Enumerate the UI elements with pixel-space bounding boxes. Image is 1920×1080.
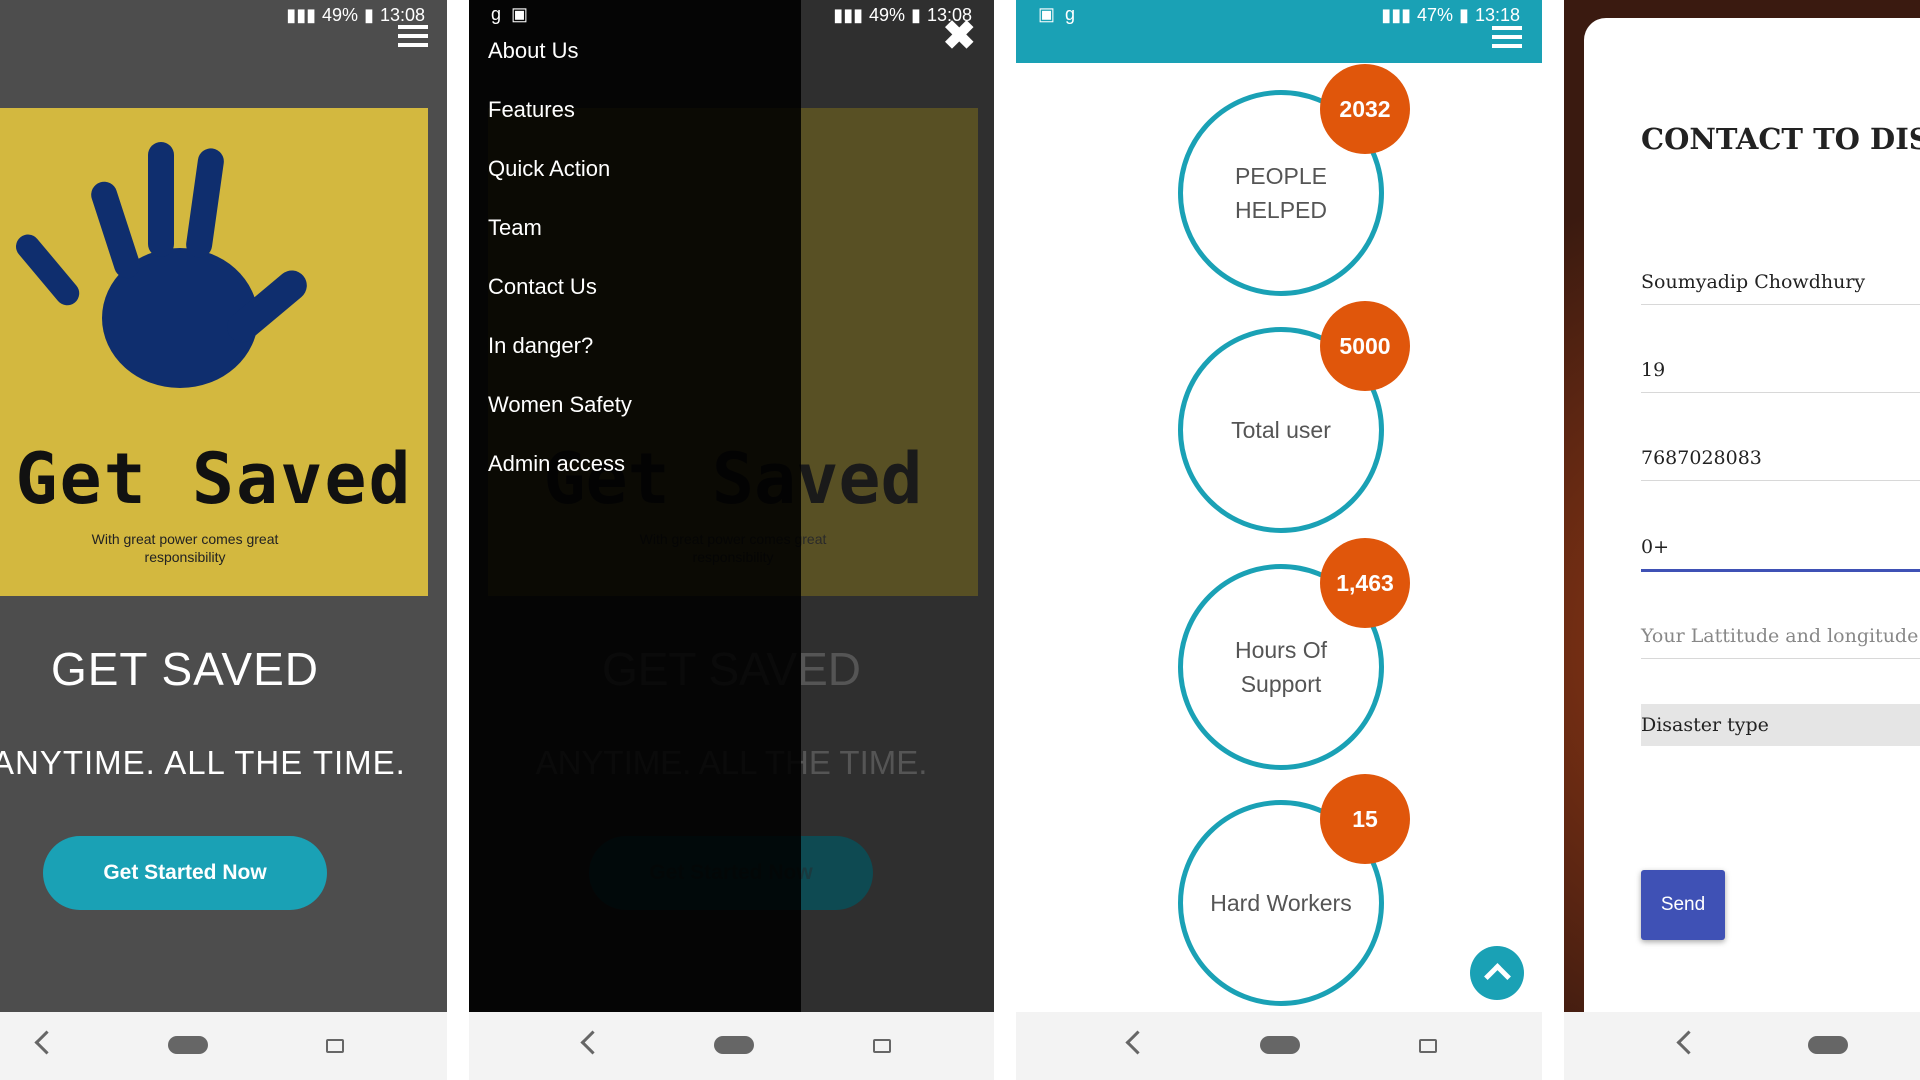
counter-hours-of-support: Hours Of Support 1,463 bbox=[1178, 538, 1410, 770]
menu-item-features[interactable]: Features bbox=[488, 89, 632, 148]
counter-value-badge: 2032 bbox=[1320, 64, 1410, 154]
battery-level: 49% bbox=[869, 5, 906, 25]
disaster-type-select[interactable]: Disaster type bbox=[1641, 704, 1920, 746]
menu-item-women-safety[interactable]: Women Safety bbox=[488, 384, 632, 443]
home-icon[interactable] bbox=[1808, 1036, 1848, 1054]
scroll-to-top-button[interactable] bbox=[1470, 946, 1524, 1000]
location-field[interactable]: Your Lattitude and longitude bbox=[1641, 614, 1920, 659]
battery-icon: ▮ bbox=[1459, 5, 1469, 25]
close-icon[interactable]: ✖ bbox=[942, 16, 976, 56]
recent-apps-icon[interactable] bbox=[326, 1039, 344, 1053]
contact-form-screen: CONTACT TO DISASTER TEAM Soumyadip Chowd… bbox=[1564, 0, 1920, 1080]
android-nav-bar bbox=[0, 1012, 447, 1080]
form-title: CONTACT TO DISASTER TEAM bbox=[1641, 122, 1920, 156]
counter-total-user: Total user 5000 bbox=[1178, 301, 1410, 533]
recent-apps-icon[interactable] bbox=[1419, 1039, 1437, 1053]
stats-screen: ▣ g ▮▮▮ 47% ▮ 13:18 PEOPLE HELPED 2032 T… bbox=[1016, 0, 1542, 1080]
battery-level: 47% bbox=[1417, 5, 1454, 25]
image-notification-icon: ▣ bbox=[1038, 4, 1056, 24]
counter-hard-workers: Hard Workers 15 bbox=[1178, 774, 1410, 1006]
status-bar: g ▣ ▮▮▮ 49% ▮ 13:08 bbox=[469, 0, 994, 30]
battery-level: 49% bbox=[322, 5, 359, 25]
home-icon[interactable] bbox=[168, 1036, 208, 1054]
blood-group-field[interactable]: 0+ bbox=[1641, 525, 1920, 572]
clock: 13:08 bbox=[379, 5, 425, 25]
counter-value-badge: 15 bbox=[1320, 774, 1410, 864]
send-button[interactable]: Send bbox=[1641, 870, 1725, 940]
back-icon[interactable] bbox=[34, 1030, 59, 1055]
menu-item-about-us[interactable]: About Us bbox=[488, 30, 632, 89]
battery-icon: ▮ bbox=[911, 5, 921, 25]
hero-title: GET SAVED bbox=[50, 643, 320, 695]
app-notification-icon: g bbox=[491, 4, 502, 24]
menu-screen: Get Saved With great power comes great r… bbox=[469, 0, 994, 1080]
menu-icon[interactable] bbox=[398, 25, 428, 47]
hero-subtitle: ANYTIME. ALL THE TIME. bbox=[0, 744, 406, 781]
logo-title: Get Saved bbox=[15, 438, 413, 520]
menu-item-quick-action[interactable]: Quick Action bbox=[488, 148, 632, 207]
logo-tagline: With great power comes great responsibil… bbox=[91, 531, 279, 565]
menu-item-in-danger[interactable]: In danger? bbox=[488, 325, 632, 384]
age-field[interactable]: 19 bbox=[1641, 348, 1920, 393]
recent-apps-icon[interactable] bbox=[873, 1039, 891, 1053]
battery-icon: ▮ bbox=[364, 5, 374, 25]
home-icon[interactable] bbox=[714, 1036, 754, 1054]
app-notification-icon: g bbox=[1065, 4, 1076, 24]
form-card: CONTACT TO DISASTER TEAM Soumyadip Chowd… bbox=[1584, 18, 1920, 1013]
signal-icon: ▮▮▮ bbox=[1381, 5, 1412, 25]
status-bar: ▣ g ▮▮▮ 47% ▮ 13:18 bbox=[1016, 0, 1542, 30]
hand-print-icon bbox=[16, 142, 307, 388]
get-started-button[interactable]: Get Started Now bbox=[43, 836, 327, 910]
nav-menu: About Us Features Quick Action Team Cont… bbox=[488, 30, 632, 502]
phone-field[interactable]: 7687028083 bbox=[1641, 436, 1920, 481]
menu-item-admin-access[interactable]: Admin access bbox=[488, 443, 632, 502]
back-icon[interactable] bbox=[1125, 1030, 1150, 1055]
home-screen: ▮▮▮ 49% ▮ 13:08 Get Saved With great pow… bbox=[0, 0, 447, 1080]
android-nav-bar bbox=[469, 1012, 994, 1080]
logo-card: Get Saved With great power comes great r… bbox=[0, 108, 428, 596]
menu-item-contact-us[interactable]: Contact Us bbox=[488, 266, 632, 325]
home-icon[interactable] bbox=[1260, 1036, 1300, 1054]
signal-icon: ▮▮▮ bbox=[833, 5, 864, 25]
counter-value-badge: 1,463 bbox=[1320, 538, 1410, 628]
image-notification-icon: ▣ bbox=[511, 4, 529, 24]
menu-icon[interactable] bbox=[1492, 26, 1522, 48]
clock: 13:18 bbox=[1474, 5, 1520, 25]
menu-item-team[interactable]: Team bbox=[488, 207, 632, 266]
name-field[interactable]: Soumyadip Chowdhury bbox=[1641, 260, 1920, 305]
signal-icon: ▮▮▮ bbox=[286, 5, 317, 25]
back-icon[interactable] bbox=[580, 1030, 605, 1055]
android-nav-bar bbox=[1564, 1012, 1920, 1080]
android-nav-bar bbox=[1016, 1012, 1542, 1080]
back-icon[interactable] bbox=[1676, 1030, 1701, 1055]
counter-people-helped: PEOPLE HELPED 2032 bbox=[1178, 64, 1410, 296]
status-bar: ▮▮▮ 49% ▮ 13:08 bbox=[0, 0, 447, 30]
counter-value-badge: 5000 bbox=[1320, 301, 1410, 391]
